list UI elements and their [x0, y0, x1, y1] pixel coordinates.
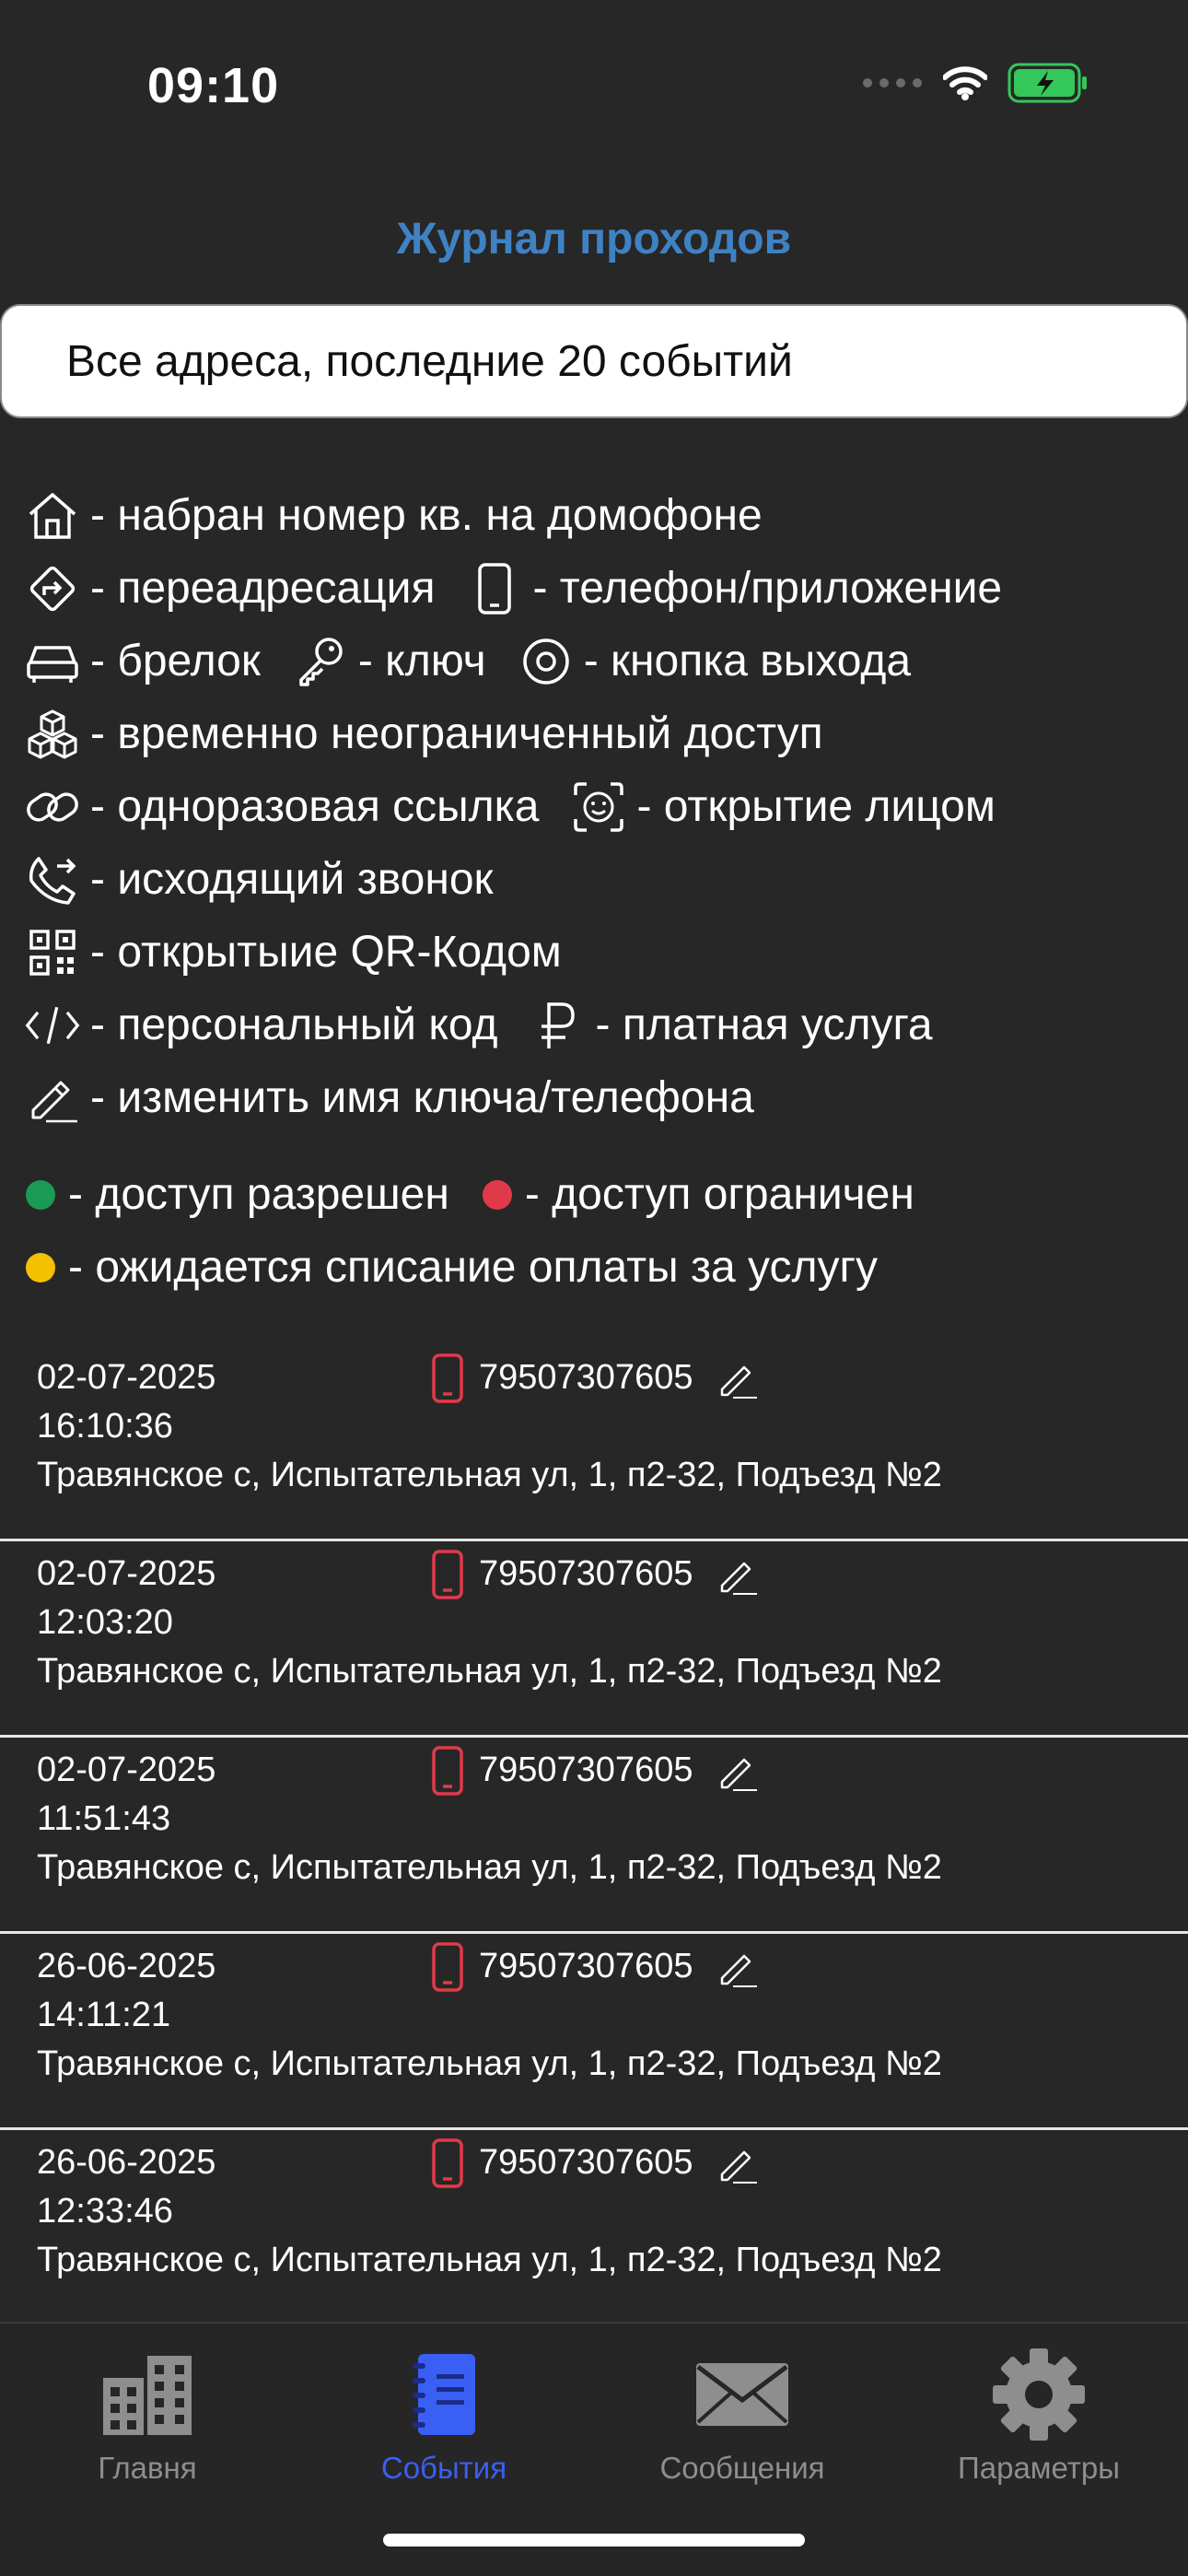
- ruble-icon: [530, 997, 587, 1054]
- status-icons: [862, 63, 1089, 103]
- event-row: 02-07-2025 11:51:43 79507307605 Травянск…: [0, 1738, 1188, 1934]
- legend-redirect-text: - переадресация: [90, 564, 436, 613]
- restricted-dot-icon: [482, 1179, 512, 1210]
- phone-icon: [432, 2138, 463, 2188]
- notebook-icon: [413, 2354, 475, 2435]
- phone-icon: [432, 1353, 463, 1403]
- phone-icon: [432, 1550, 463, 1599]
- address-filter-selector[interactable]: Все адреса, последние 20 событий: [0, 304, 1188, 418]
- legend-unlimited-text: - временно неограниченный доступ: [90, 709, 823, 758]
- redirect-icon: [24, 560, 81, 617]
- tab-messages-label: Сообщения: [659, 2451, 825, 2485]
- tab-events[interactable]: События: [333, 2346, 554, 2493]
- edit-pencil-icon[interactable]: [716, 1947, 759, 1989]
- event-time: 11:51:43: [37, 1799, 171, 1838]
- event-date: 02-07-2025: [37, 1751, 216, 1789]
- face-id-icon: [570, 779, 627, 836]
- event-time: 12:33:46: [37, 2192, 173, 2231]
- event-address: Травянское с, Испытательная ул, 1, п2-32…: [37, 1652, 942, 1691]
- legend-face-text: - открытие лицом: [636, 782, 996, 831]
- page-title: Журнал проходов: [396, 215, 792, 263]
- legend-home-text: - набран номер кв. на домофоне: [90, 491, 763, 540]
- legend-phone-text: - телефон/приложение: [532, 564, 1003, 613]
- phone-icon: [466, 560, 523, 617]
- event-date: 26-06-2025: [37, 1947, 216, 1985]
- tab-settings[interactable]: Параметры: [928, 2346, 1149, 2493]
- legend-link-text: - одноразовая ссылка: [90, 782, 540, 831]
- envelope-icon: [696, 2363, 788, 2426]
- status-time: 09:10: [147, 58, 280, 113]
- event-date: 26-06-2025: [37, 2143, 216, 2182]
- tab-home[interactable]: Главня: [37, 2346, 258, 2493]
- event-phone-number: 79507307605: [479, 1554, 693, 1593]
- edit-pencil-icon[interactable]: [716, 1554, 759, 1597]
- event-row: 02-07-2025 12:03:20 79507307605 Травянск…: [0, 1541, 1188, 1738]
- address-filter-label: Все адреса, последние 20 событий: [66, 336, 793, 386]
- legend-pending-text: - ожидается списание оплаты за услугу: [68, 1243, 878, 1292]
- event-row: 02-07-2025 16:10:36 79507307605 Травянск…: [0, 1345, 1188, 1541]
- legend-restricted-text: - доступ ограничен: [524, 1170, 914, 1219]
- phone-icon: [432, 1942, 463, 1992]
- event-phone-number: 79507307605: [479, 1358, 693, 1397]
- legend-exit-button-text: - кнопка выхода: [583, 637, 912, 685]
- edit-pencil-icon[interactable]: [716, 1358, 759, 1400]
- outgoing-call-icon: [24, 851, 81, 908]
- legend-personal-code-text: - персональный код: [90, 1001, 498, 1049]
- event-time: 14:11:21: [37, 1996, 171, 2034]
- home-icon: [24, 487, 81, 544]
- link-icon: [24, 779, 81, 836]
- event-phone-number: 79507307605: [479, 1947, 693, 1985]
- edit-pencil-icon[interactable]: [716, 2143, 759, 2185]
- event-address: Травянское с, Испытательная ул, 1, п2-32…: [37, 2241, 942, 2279]
- event-date: 02-07-2025: [37, 1358, 216, 1397]
- tab-events-label: События: [380, 2451, 507, 2485]
- event-row: 26-06-2025 12:33:46 79507307605 Травянск…: [0, 2130, 1188, 2326]
- event-address: Травянское с, Испытательная ул, 1, п2-32…: [37, 1456, 942, 1494]
- event-time: 12:03:20: [37, 1603, 173, 1642]
- battery-charging-icon: [1007, 63, 1087, 103]
- legend-paid-text: - платная услуга: [595, 1001, 933, 1049]
- key-icon: [292, 633, 349, 690]
- legend-key-text: - ключ: [357, 637, 486, 685]
- event-time: 16:10:36: [37, 1407, 173, 1446]
- gear-icon: [993, 2348, 1085, 2441]
- tab-settings-label: Параметры: [958, 2451, 1120, 2485]
- edit-pencil-icon[interactable]: [716, 1751, 759, 1793]
- wifi-icon: [943, 66, 987, 100]
- pending-dot-icon: [26, 1252, 55, 1282]
- home-indicator[interactable]: [383, 2534, 805, 2547]
- car-fob-icon: [24, 633, 81, 690]
- allowed-dot-icon: [26, 1179, 55, 1210]
- exit-button-icon: [518, 633, 575, 690]
- legend: - набран номер кв. на домофоне - переадр…: [24, 479, 1184, 1304]
- legend-outgoing-call-text: - исходящий звонок: [90, 855, 494, 904]
- cellular-signal-icon: [863, 78, 922, 88]
- boxes-icon: [24, 706, 81, 763]
- event-date: 02-07-2025: [37, 1554, 216, 1593]
- phone-icon: [432, 1746, 463, 1796]
- pencil-icon: [24, 1070, 81, 1127]
- tab-home-label: Главня: [98, 2451, 197, 2485]
- legend-qr-text: - открытыие QR-Кодом: [90, 928, 562, 977]
- legend-rename-text: - изменить имя ключа/телефона: [90, 1073, 754, 1122]
- legend-fob-text: - брелок: [90, 637, 261, 685]
- tab-messages[interactable]: Сообщения: [632, 2346, 853, 2493]
- qr-code-icon: [24, 924, 81, 981]
- event-phone-number: 79507307605: [479, 1751, 693, 1789]
- buildings-icon: [103, 2356, 192, 2435]
- event-address: Травянское с, Испытательная ул, 1, п2-32…: [37, 1848, 942, 1887]
- event-row: 26-06-2025 14:11:21 79507307605 Травянск…: [0, 1934, 1188, 2130]
- event-phone-number: 79507307605: [479, 2143, 693, 2182]
- legend-allowed-text: - доступ разрешен: [68, 1170, 449, 1219]
- code-icon: [24, 997, 81, 1054]
- events-list: 02-07-2025 16:10:36 79507307605 Травянск…: [0, 1345, 1188, 2326]
- event-address: Травянское с, Испытательная ул, 1, п2-32…: [37, 2044, 942, 2083]
